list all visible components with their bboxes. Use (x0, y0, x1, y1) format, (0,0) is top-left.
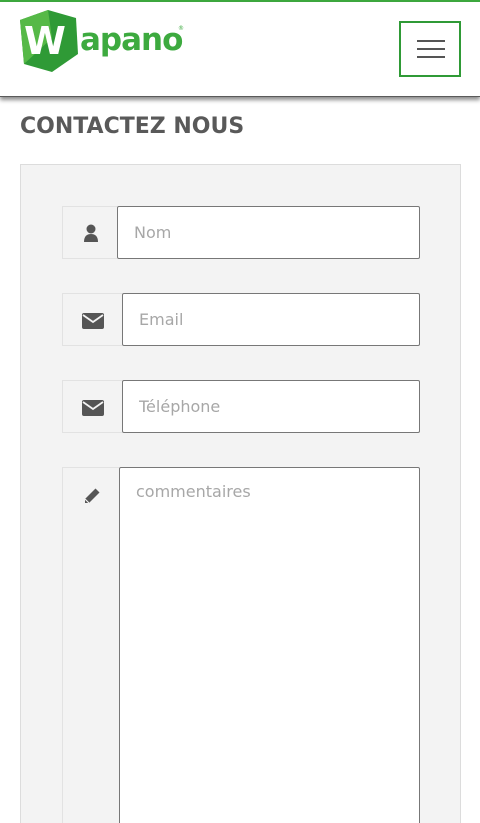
wapano-logo[interactable]: W apano ® (18, 8, 184, 74)
contact-form-panel (20, 164, 461, 823)
comments-textarea[interactable] (119, 467, 420, 823)
site-header: W apano ® (0, 2, 480, 97)
pencil-icon (84, 488, 100, 504)
email-addon (62, 293, 122, 346)
hamburger-menu-icon (417, 40, 445, 42)
hamburger-line (417, 48, 445, 50)
name-addon (62, 206, 117, 259)
email-input[interactable] (122, 293, 420, 346)
logo-text: apano (80, 22, 183, 58)
hamburger-line (417, 56, 445, 58)
page-title: CONTACTEZ NOUS (20, 114, 245, 139)
comments-addon (62, 467, 119, 823)
phone-input[interactable] (122, 380, 420, 433)
logo-badge-icon: W (20, 10, 78, 72)
menu-toggle-button[interactable] (399, 21, 461, 77)
logo-registered-mark: ® (178, 25, 184, 32)
user-icon (84, 224, 98, 242)
envelope-icon (82, 313, 104, 329)
name-input[interactable] (117, 206, 420, 259)
logo-letter: W (24, 19, 66, 63)
envelope-icon (82, 400, 104, 416)
phone-addon (62, 380, 122, 433)
